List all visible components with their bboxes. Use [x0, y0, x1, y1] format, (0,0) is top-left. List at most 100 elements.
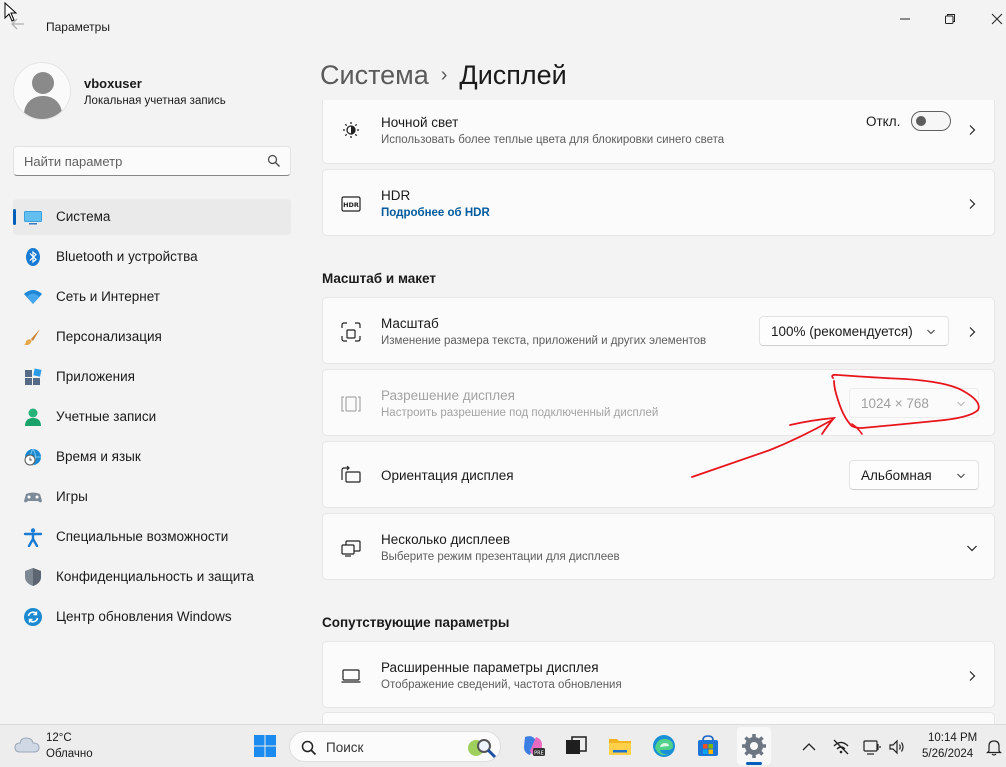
orientation-title: Ориентация дисплея: [381, 468, 514, 483]
night-light-toggle[interactable]: [911, 111, 951, 131]
close-button[interactable]: [982, 8, 1006, 30]
microsoft-store-icon[interactable]: [695, 733, 721, 759]
orientation-icon: [341, 466, 361, 483]
close-icon: [991, 13, 1003, 25]
search-highlight-icon: [468, 739, 497, 759]
search-input[interactable]: Найти параметр: [13, 146, 291, 176]
orientation-dropdown[interactable]: Альбомная: [849, 460, 979, 490]
chevron-right-icon: [969, 671, 976, 681]
back-arrow-icon: [11, 18, 24, 30]
edge-browser-icon[interactable]: [651, 733, 677, 759]
windows-start-icon[interactable]: [252, 733, 278, 759]
chevron-down-icon: [957, 473, 965, 479]
volume-icon[interactable]: [888, 738, 906, 756]
maximize-button[interactable]: [935, 8, 965, 30]
search-placeholder: Найти параметр: [24, 154, 123, 169]
sidebar-item-network[interactable]: Сеть и Интернет: [13, 279, 291, 315]
chevron-right-icon: [969, 125, 976, 135]
update-icon: [24, 608, 42, 626]
network-disconnected-icon[interactable]: [832, 738, 850, 756]
advanced-display-title: Расширенные параметры дисплея: [381, 660, 599, 675]
sidebar-item-bluetooth[interactable]: Bluetooth и устройства: [13, 239, 291, 275]
wifi-icon: [24, 290, 42, 304]
chevron-down-icon: [957, 401, 965, 407]
advanced-display-card[interactable]: Расширенные параметры дисплея Отображени…: [322, 641, 995, 708]
globe-clock-icon: [24, 448, 41, 466]
page-title: Дисплей: [459, 60, 567, 90]
resolution-title: Разрешение дисплея: [381, 388, 515, 403]
breadcrumb-parent[interactable]: Система: [320, 60, 429, 90]
app-title: Параметры: [46, 20, 110, 34]
scale-dropdown[interactable]: 100% (рекомендуется): [759, 316, 949, 346]
clock-time[interactable]: 10:14 PM: [928, 732, 977, 744]
task-view-icon[interactable]: [563, 733, 589, 759]
svg-text:PRE: PRE: [534, 751, 544, 757]
resolution-card: Разрешение дисплея Настроить разрешение …: [322, 369, 995, 436]
sidebar-item-system[interactable]: Система: [13, 199, 291, 235]
sidebar-item-privacy[interactable]: Конфиденциальность и защита: [13, 559, 291, 595]
hdr-learn-more-link[interactable]: Подробнее об HDR: [381, 207, 490, 219]
avatar: [13, 62, 71, 120]
sidebar-item-time-language[interactable]: Время и язык: [13, 439, 291, 475]
chevron-right-icon: [969, 327, 976, 337]
notification-bell-icon[interactable]: [985, 738, 1003, 756]
cloud-icon[interactable]: [14, 734, 40, 756]
multiple-displays-title: Несколько дисплеев: [381, 532, 511, 547]
night-light-title: Ночной свет: [381, 115, 459, 130]
chevron-up-icon[interactable]: [800, 738, 818, 756]
apps-icon: [25, 368, 42, 385]
sidebar-item-windows-update[interactable]: Центр обновления Windows: [13, 599, 291, 635]
minimize-button[interactable]: [890, 8, 920, 30]
shield-icon: [25, 568, 41, 586]
multiple-displays-icon: [341, 540, 361, 557]
weather-temperature[interactable]: 12°C: [46, 732, 72, 744]
copilot-icon[interactable]: PRE: [520, 733, 546, 759]
search-icon: [267, 154, 280, 167]
back-button[interactable]: [10, 16, 30, 36]
resolution-icon: [341, 396, 361, 412]
taskbar-search[interactable]: Поиск: [289, 731, 501, 762]
night-light-toggle-label: Откл.: [866, 114, 901, 129]
gamepad-icon: [24, 492, 42, 503]
weather-description[interactable]: Облачно: [46, 748, 93, 760]
hdr-title: HDR: [381, 188, 411, 203]
night-light-subtitle: Использовать более теплые цвета для блок…: [381, 134, 725, 146]
system-icon: [24, 211, 42, 225]
taskbar-search-label: Поиск: [326, 740, 364, 755]
scale-card[interactable]: Масштаб Изменение размера текста, прилож…: [322, 297, 995, 364]
display-device-icon[interactable]: [863, 738, 881, 756]
user-name: vboxuser: [84, 76, 142, 91]
svg-text:HDR: HDR: [343, 201, 359, 209]
settings-gear-icon: [742, 734, 766, 758]
chevron-down-icon: [927, 329, 935, 335]
clock-date[interactable]: 5/26/2024: [922, 748, 973, 760]
resolution-subtitle: Настроить разрешение под подключенный ди…: [381, 407, 659, 419]
chevron-down-icon[interactable]: [966, 542, 978, 554]
scale-subtitle: Изменение размера текста, приложений и д…: [381, 335, 707, 347]
search-icon: [301, 740, 317, 756]
minimize-icon: [900, 18, 910, 20]
chevron-right-icon: [969, 199, 976, 209]
bluetooth-icon: [26, 248, 40, 266]
multiple-displays-subtitle: Выберите режим презентации для дисплеев: [381, 551, 620, 563]
file-explorer-icon[interactable]: [607, 733, 633, 759]
sidebar-item-accounts[interactable]: Учетные записи: [13, 399, 291, 435]
maximize-icon: [945, 14, 955, 24]
monitor-icon: [341, 669, 361, 683]
hdr-card[interactable]: HDR HDR Подробнее об HDR: [322, 169, 995, 236]
resolution-dropdown-value: 1024 × 768: [861, 396, 929, 411]
section-related-settings: Сопутствующие параметры: [322, 615, 510, 630]
night-light-card[interactable]: Ночной свет Использовать более теплые цв…: [322, 100, 995, 164]
orientation-card[interactable]: Ориентация дисплея Альбомная: [322, 441, 995, 508]
title-bar: Параметры: [0, 0, 1006, 40]
settings-app-taskbar-button[interactable]: [737, 727, 771, 765]
accessibility-icon: [23, 528, 43, 547]
sidebar-item-personalization[interactable]: Персонализация: [13, 319, 291, 355]
scale-icon: [341, 322, 361, 342]
taskbar: 12°C Облачно Поиск PRE 10:14 PM 5/26/202…: [0, 724, 1006, 767]
section-scale-layout: Масштаб и макет: [322, 271, 436, 286]
sidebar-item-gaming[interactable]: Игры: [13, 479, 291, 515]
multiple-displays-card[interactable]: Несколько дисплеев Выберите режим презен…: [322, 513, 995, 580]
sidebar-item-accessibility[interactable]: Специальные возможности: [13, 519, 291, 555]
sidebar-item-apps[interactable]: Приложения: [13, 359, 291, 395]
